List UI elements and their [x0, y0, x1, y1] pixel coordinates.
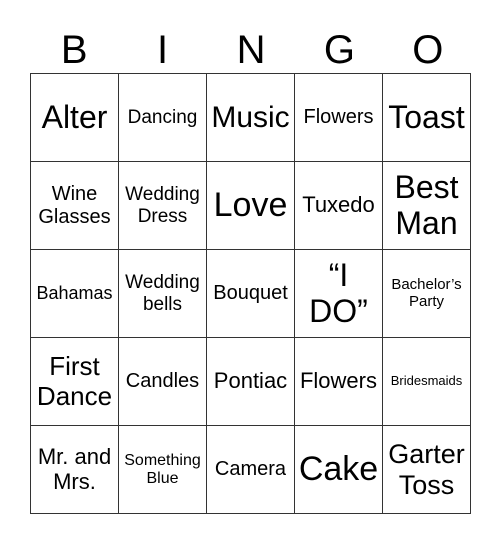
- bingo-cell[interactable]: Pontiac: [207, 338, 295, 426]
- bingo-cell[interactable]: Flowers: [295, 338, 383, 426]
- bingo-cell[interactable]: Bridesmaids: [383, 338, 471, 426]
- bingo-cell[interactable]: Toast: [383, 74, 471, 162]
- bingo-cell[interactable]: First Dance: [31, 338, 119, 426]
- bingo-cell[interactable]: Alter: [31, 74, 119, 162]
- bingo-grid: Alter Dancing Music Flowers Toast Wine Glasse…: [30, 73, 471, 514]
- bingo-cell[interactable]: “I DO”: [295, 250, 383, 338]
- header-letter-n: N: [236, 28, 266, 72]
- bingo-cell[interactable]: Cake: [295, 426, 383, 514]
- bingo-cell[interactable]: Bouquet: [207, 250, 295, 338]
- bingo-cell[interactable]: Bachelor’s Party: [383, 250, 471, 338]
- header-letter-g: G: [323, 28, 355, 72]
- header-letter-b: B: [60, 28, 88, 72]
- bingo-cell[interactable]: Garter Toss: [383, 426, 471, 514]
- bingo-cell[interactable]: Flowers: [295, 74, 383, 162]
- bingo-header: B I N G O: [30, 28, 472, 72]
- bingo-cell[interactable]: Mr. and Mrs.: [31, 426, 119, 514]
- bingo-cell[interactable]: Dancing: [119, 74, 207, 162]
- bingo-cell[interactable]: Wine Glasses: [31, 162, 119, 250]
- bingo-cell[interactable]: Camera: [207, 426, 295, 514]
- bingo-cell[interactable]: Wedding bells: [119, 250, 207, 338]
- header-letter-i: I: [157, 28, 169, 72]
- bingo-cell[interactable]: Best Man: [383, 162, 471, 250]
- bingo-cell[interactable]: Love: [207, 162, 295, 250]
- bingo-cell[interactable]: Wedding Dress: [119, 162, 207, 250]
- bingo-cell[interactable]: Candles: [119, 338, 207, 426]
- bingo-cell[interactable]: Bahamas: [31, 250, 119, 338]
- bingo-cell[interactable]: Tuxedo: [295, 162, 383, 250]
- bingo-cell[interactable]: Something Blue: [119, 426, 207, 514]
- header-letter-o: O: [412, 28, 444, 72]
- bingo-cell[interactable]: Music: [207, 74, 295, 162]
